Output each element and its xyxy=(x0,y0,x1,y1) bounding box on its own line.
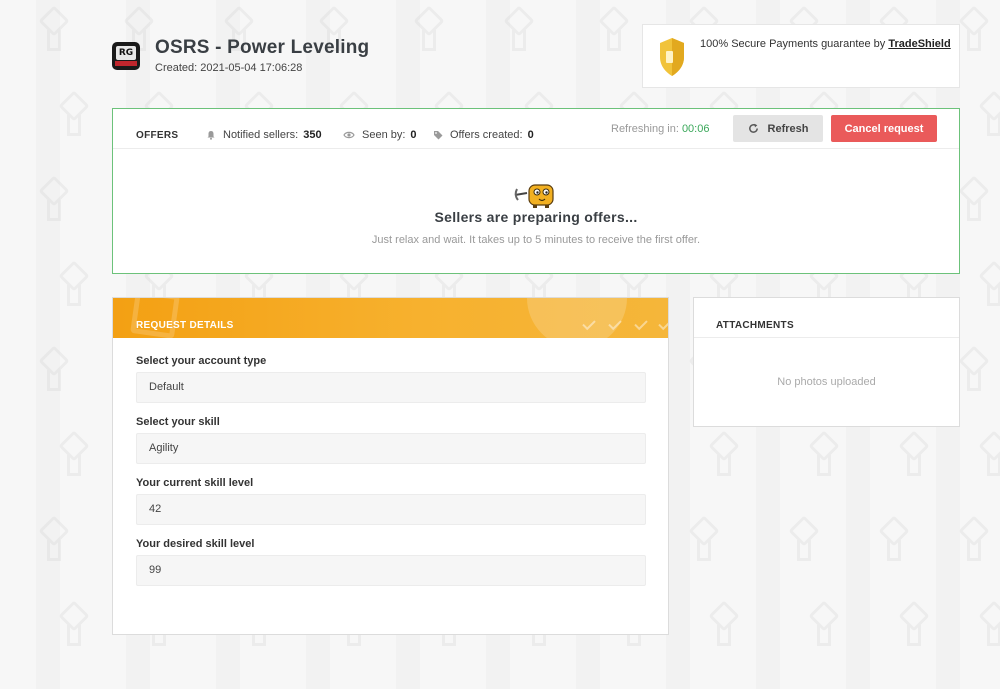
offers-created-stat: Offers created: 0 xyxy=(433,129,534,141)
background-glyph-icon xyxy=(960,180,982,221)
notified-sellers-stat: Notified sellers: 350 xyxy=(206,129,322,141)
background-glyph-icon xyxy=(415,10,437,51)
seen-by-value: 0 xyxy=(410,129,417,141)
skill-field[interactable]: Agility xyxy=(136,433,646,464)
mascot-illustration-icon xyxy=(514,184,554,208)
game-logo-icon: RG xyxy=(112,42,140,70)
shield-icon xyxy=(660,38,684,76)
created-date: Created: 2021-05-04 17:06:28 xyxy=(155,62,303,74)
seen-by-label: Seen by: xyxy=(362,129,406,141)
preparing-offers-subtitle: Just relax and wait. It takes up to 5 mi… xyxy=(371,234,701,246)
background-glyph-icon xyxy=(900,605,922,646)
bell-icon xyxy=(207,131,215,140)
request-details-header: REQUEST DETAILS xyxy=(113,298,668,338)
background-glyph-icon xyxy=(60,605,82,646)
background-glyph-icon xyxy=(960,520,982,561)
request-details-panel: REQUEST DETAILS Select your account type… xyxy=(112,297,669,635)
background-glyph-icon xyxy=(980,435,1000,476)
offers-panel: OFFERS Notified sellers: 350 Seen by: 0 … xyxy=(112,108,960,274)
checkmark-decoration-icon xyxy=(634,316,648,331)
background-glyph-icon xyxy=(980,265,1000,306)
background-glyph-icon xyxy=(60,95,82,136)
secure-payments-banner: 100% Secure Payments guarantee by TradeS… xyxy=(642,24,960,88)
secure-payments-label: 100% Secure Payments guarantee by xyxy=(700,38,886,50)
header-decoration-circle xyxy=(527,298,627,338)
desired-level-field[interactable]: 99 xyxy=(136,555,646,586)
background-glyph-icon xyxy=(600,10,622,51)
refreshing-label: Refreshing in: xyxy=(611,123,679,135)
background-glyph-icon xyxy=(980,95,1000,136)
notified-sellers-label: Notified sellers: xyxy=(223,129,299,141)
page-header: RG OSRS - Power Leveling Created: 2021-0… xyxy=(112,36,369,74)
background-glyph-icon xyxy=(710,435,732,476)
background-glyph-icon xyxy=(810,605,832,646)
background-glyph-icon xyxy=(690,520,712,561)
background-glyph-icon xyxy=(40,180,62,221)
background-glyph-icon xyxy=(40,520,62,561)
background-glyph-icon xyxy=(710,605,732,646)
checkmark-decoration-icon xyxy=(658,316,668,331)
refresh-button-label: Refresh xyxy=(767,122,809,135)
background-glyph-icon xyxy=(980,605,1000,646)
no-photos-message: No photos uploaded xyxy=(777,376,876,388)
refresh-icon xyxy=(748,123,758,133)
refresh-countdown: Refreshing in: 00:06 xyxy=(611,123,709,135)
background-glyph-icon xyxy=(40,10,62,51)
request-details-title: REQUEST DETAILS xyxy=(136,320,234,331)
preparing-offers-title: Sellers are preparing offers... xyxy=(434,209,638,225)
offers-created-label: Offers created: xyxy=(450,129,523,141)
attachments-panel: ATTACHMENTS No photos uploaded xyxy=(693,297,960,427)
background-glyph-icon xyxy=(960,10,982,51)
cancel-request-button[interactable]: Cancel request xyxy=(831,115,937,142)
attachments-title: ATTACHMENTS xyxy=(716,320,794,331)
background-glyph-icon xyxy=(880,520,902,561)
background-glyph-icon xyxy=(810,435,832,476)
refreshing-timer: 00:06 xyxy=(681,123,710,135)
background-glyph-icon xyxy=(40,350,62,391)
secure-payments-text: 100% Secure Payments guarantee by TradeS… xyxy=(700,38,951,50)
offers-created-value: 0 xyxy=(527,129,534,141)
current-level-field[interactable]: 42 xyxy=(136,494,646,525)
notified-sellers-value: 350 xyxy=(303,129,322,141)
background-glyph-icon xyxy=(60,435,82,476)
header-decoration xyxy=(130,298,180,338)
tag-icon xyxy=(434,131,443,140)
skill-label: Select your skill xyxy=(136,416,220,428)
account-type-label: Select your account type xyxy=(136,355,267,367)
desired-level-label: Your desired skill level xyxy=(136,538,255,550)
account-type-field[interactable]: Default xyxy=(136,372,646,403)
eye-icon xyxy=(343,131,355,139)
current-level-label: Your current skill level xyxy=(136,477,254,489)
page-title: OSRS - Power Leveling xyxy=(155,37,370,58)
background-glyph-icon xyxy=(900,435,922,476)
background-glyph-icon xyxy=(505,10,527,51)
attachments-header: ATTACHMENTS xyxy=(694,298,959,338)
refresh-button[interactable]: Refresh xyxy=(733,115,823,142)
background-glyph-icon xyxy=(790,520,812,561)
offers-toolbar: OFFERS Notified sellers: 350 Seen by: 0 … xyxy=(113,109,959,149)
tradeshield-link[interactable]: TradeShield xyxy=(888,38,950,50)
seen-by-stat: Seen by: 0 xyxy=(343,129,417,141)
background-glyph-icon xyxy=(960,350,982,391)
offers-heading: OFFERS xyxy=(136,130,179,141)
background-glyph-icon xyxy=(60,265,82,306)
